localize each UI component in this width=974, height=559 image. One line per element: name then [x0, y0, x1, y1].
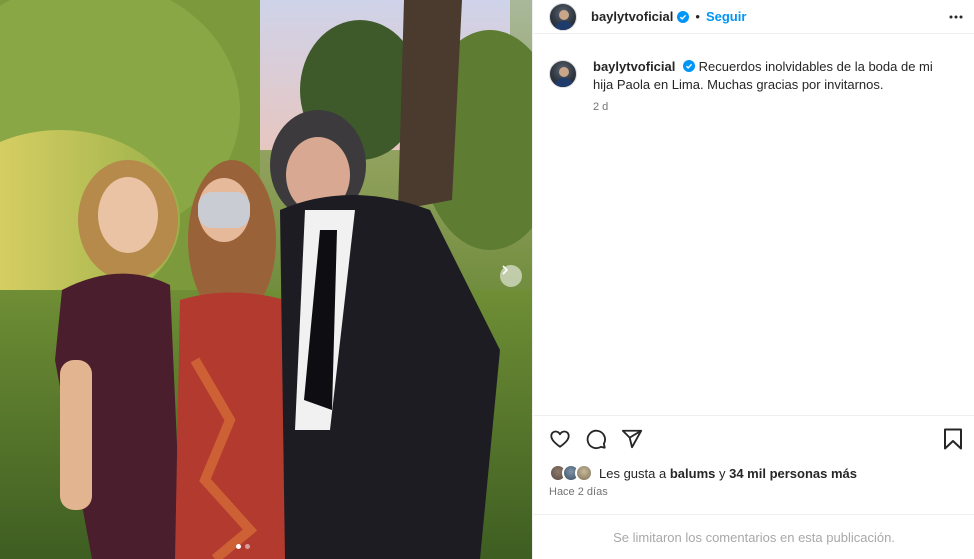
- caption-timestamp[interactable]: 2 d: [593, 101, 943, 113]
- carousel-next-button[interactable]: [500, 265, 522, 287]
- likes-prefix: Les gusta a: [599, 465, 667, 481]
- caption-avatar[interactable]: [549, 60, 577, 88]
- post-caption: baylytvoficial Recuerdos inolvidables de…: [549, 58, 959, 113]
- comments-limited-notice: Se limitaron los comentarios en esta pub…: [613, 530, 895, 545]
- photo-illustration: [0, 0, 532, 559]
- liker-avatar: [575, 464, 593, 482]
- post-timestamp[interactable]: Hace 2 días: [549, 486, 608, 498]
- comments-divider: [533, 514, 974, 515]
- action-bar: [549, 427, 963, 451]
- follow-button[interactable]: Seguir: [706, 9, 746, 24]
- bookmark-icon[interactable]: [943, 428, 963, 450]
- carousel-indicator: [236, 544, 250, 549]
- comment-icon[interactable]: [585, 428, 607, 450]
- verified-badge-icon: [677, 10, 690, 23]
- verified-badge-icon: [683, 60, 695, 72]
- likes-mid: y: [718, 465, 726, 481]
- post-header: baylytvoficial • Seguir: [533, 0, 974, 34]
- carousel-dot-2: [245, 544, 250, 549]
- likes-summary[interactable]: Les gusta a balums y 34 mil personas más: [549, 464, 857, 482]
- share-icon[interactable]: [621, 428, 643, 450]
- header-separator: •: [695, 9, 700, 24]
- liked-by-username[interactable]: balums: [670, 466, 716, 481]
- caption-username[interactable]: baylytvoficial: [593, 59, 675, 74]
- actions-divider: [533, 415, 974, 416]
- likes-count[interactable]: 34 mil personas más: [729, 466, 857, 481]
- post-photo[interactable]: [0, 0, 532, 559]
- heart-icon[interactable]: [549, 428, 571, 450]
- chevron-right-icon: [502, 265, 509, 275]
- carousel-dot-1: [236, 544, 241, 549]
- more-options-icon[interactable]: [948, 9, 964, 25]
- liker-avatars: [549, 464, 593, 482]
- post-side-panel: baylytvoficial • Seguir baylytvoficial R…: [532, 0, 974, 559]
- author-avatar[interactable]: [549, 2, 577, 31]
- caption-text: baylytvoficial Recuerdos inolvidables de…: [593, 58, 943, 94]
- author-username[interactable]: baylytvoficial: [591, 9, 673, 24]
